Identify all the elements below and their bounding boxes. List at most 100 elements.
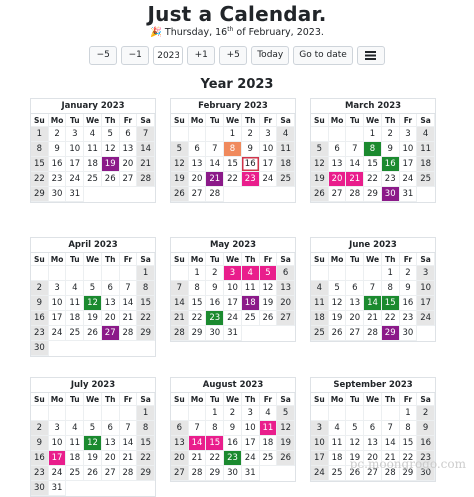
day-cell[interactable]: 27 [101, 466, 120, 481]
day-cell[interactable]: 11 [311, 296, 329, 311]
day-cell[interactable]: 17 [417, 296, 435, 311]
day-cell[interactable]: 6 [188, 142, 207, 157]
day-cell[interactable]: 24 [48, 466, 67, 481]
day-cell[interactable]: 12 [277, 421, 295, 436]
day-cell[interactable]: 1 [399, 406, 418, 421]
day-cell[interactable]: 22 [31, 172, 49, 187]
day-cell[interactable]: 13 [364, 436, 382, 451]
day-cell[interactable]: 14 [206, 157, 225, 172]
day-cell[interactable]: 25 [259, 451, 278, 466]
day-cell[interactable]: 9 [206, 281, 225, 296]
day-cell[interactable]: 21 [119, 451, 138, 466]
day-cell[interactable]: 9 [399, 281, 418, 296]
day-cell[interactable]: 15 [31, 157, 49, 172]
day-cell[interactable]: 15 [224, 157, 242, 172]
day-cell[interactable]: 8 [188, 281, 207, 296]
day-cell[interactable]: 12 [84, 296, 102, 311]
day-cell[interactable]: 1 [364, 127, 382, 142]
day-cell[interactable]: 7 [364, 281, 382, 296]
day-cell[interactable]: 11 [277, 142, 295, 157]
day-cell[interactable]: 5 [259, 266, 278, 281]
day-cell[interactable]: 10 [48, 296, 67, 311]
day-cell[interactable]: 16 [241, 157, 260, 172]
day-cell[interactable]: 18 [241, 296, 260, 311]
day-cell[interactable]: 28 [188, 466, 207, 481]
day-cell[interactable]: 27 [346, 326, 365, 341]
plus-5-years-button[interactable]: +5 [219, 46, 248, 65]
day-cell[interactable]: 6 [346, 281, 365, 296]
day-cell[interactable]: 14 [188, 436, 207, 451]
day-cell[interactable]: 19 [84, 311, 102, 326]
day-cell[interactable]: 20 [119, 157, 138, 172]
day-cell[interactable]: 2 [206, 266, 225, 281]
day-cell[interactable]: 23 [399, 311, 418, 326]
day-cell[interactable]: 25 [417, 172, 435, 187]
day-cell[interactable]: 19 [311, 172, 329, 187]
day-cell[interactable]: 16 [48, 157, 67, 172]
day-cell[interactable]: 21 [364, 311, 382, 326]
day-cell[interactable]: 3 [224, 266, 242, 281]
day-cell[interactable]: 10 [66, 142, 85, 157]
day-cell[interactable]: 3 [66, 127, 85, 142]
day-cell[interactable]: 3 [311, 421, 329, 436]
day-cell[interactable]: 28 [171, 326, 189, 341]
day-cell[interactable]: 16 [417, 436, 435, 451]
day-cell[interactable]: 12 [84, 436, 102, 451]
day-cell[interactable]: 27 [277, 311, 295, 326]
day-cell[interactable]: 1 [381, 266, 400, 281]
day-cell[interactable]: 5 [171, 142, 189, 157]
day-cell[interactable]: 24 [48, 326, 67, 341]
day-cell[interactable]: 13 [328, 157, 347, 172]
day-cell[interactable]: 14 [137, 142, 155, 157]
day-cell[interactable]: 25 [66, 326, 85, 341]
day-cell[interactable]: 4 [66, 421, 85, 436]
day-cell[interactable]: 2 [241, 127, 260, 142]
day-cell[interactable]: 15 [381, 296, 400, 311]
day-cell[interactable]: 5 [84, 281, 102, 296]
day-cell[interactable]: 7 [171, 281, 189, 296]
day-cell[interactable]: 20 [188, 172, 207, 187]
day-cell[interactable]: 31 [66, 187, 85, 202]
day-cell[interactable]: 23 [224, 451, 242, 466]
day-cell[interactable]: 8 [399, 421, 418, 436]
day-cell[interactable]: 26 [84, 326, 102, 341]
day-cell[interactable]: 22 [137, 451, 155, 466]
day-cell[interactable]: 26 [328, 326, 347, 341]
day-cell[interactable]: 6 [364, 421, 382, 436]
day-cell[interactable]: 31 [241, 466, 260, 481]
day-cell[interactable]: 27 [119, 172, 138, 187]
day-cell[interactable]: 9 [31, 296, 49, 311]
day-cell[interactable]: 29 [137, 326, 155, 341]
day-cell[interactable]: 14 [346, 157, 365, 172]
day-cell[interactable]: 16 [399, 296, 418, 311]
day-cell[interactable]: 5 [277, 406, 295, 421]
day-cell[interactable]: 13 [188, 157, 207, 172]
day-cell[interactable]: 22 [364, 172, 382, 187]
day-cell[interactable]: 10 [311, 436, 329, 451]
day-cell[interactable]: 8 [224, 142, 242, 157]
day-cell[interactable]: 19 [84, 451, 102, 466]
day-cell[interactable]: 4 [84, 127, 102, 142]
day-cell[interactable]: 28 [364, 326, 382, 341]
day-cell[interactable]: 4 [66, 281, 85, 296]
day-cell[interactable]: 27 [328, 187, 347, 202]
day-cell[interactable]: 24 [417, 311, 435, 326]
day-cell[interactable]: 20 [277, 296, 295, 311]
minus-5-years-button[interactable]: −5 [89, 46, 118, 65]
day-cell[interactable]: 18 [417, 157, 435, 172]
day-cell[interactable]: 12 [311, 157, 329, 172]
day-cell[interactable]: 6 [171, 421, 189, 436]
day-cell[interactable]: 2 [381, 127, 400, 142]
day-cell[interactable]: 20 [101, 451, 120, 466]
day-cell[interactable]: 17 [241, 436, 260, 451]
plus-1-year-button[interactable]: +1 [187, 46, 216, 65]
day-cell[interactable]: 19 [328, 311, 347, 326]
day-cell[interactable]: 28 [119, 466, 138, 481]
day-cell[interactable]: 19 [171, 172, 189, 187]
day-cell[interactable]: 8 [137, 421, 155, 436]
day-cell[interactable]: 29 [31, 187, 49, 202]
day-cell[interactable]: 8 [206, 421, 225, 436]
day-cell[interactable]: 22 [381, 311, 400, 326]
day-cell[interactable]: 16 [381, 157, 400, 172]
day-cell[interactable]: 3 [48, 281, 67, 296]
